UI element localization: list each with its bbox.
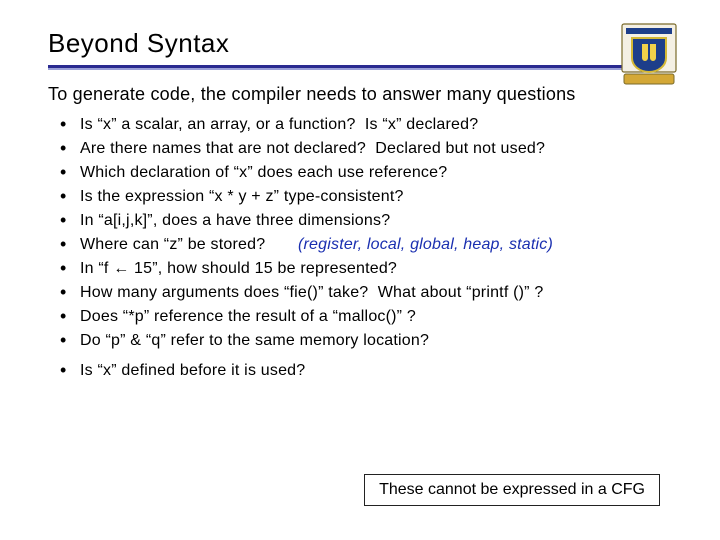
slide-title: Beyond Syntax (48, 28, 672, 59)
bullet-text: In “a[i,j,k]”, does a have three dimensi… (80, 212, 390, 229)
list-item: Is “x” defined before it is used? (54, 359, 672, 383)
list-item: Where can “z” be stored? (register, loca… (54, 233, 672, 257)
list-item: In “f ← 15”, how should 15 be represente… (54, 257, 672, 281)
bullet-paren: (register, local, global, heap, static) (298, 236, 553, 253)
list-item: Does “*p” reference the result of a “mal… (54, 305, 672, 329)
footnote-box: These cannot be expressed in a CFG (364, 474, 660, 506)
bullet-text: Which declaration of “x” does each use r… (80, 164, 447, 181)
bullet-text: Is “x” a scalar, an array, or a function… (80, 116, 478, 133)
intro-text: To generate code, the compiler needs to … (48, 84, 672, 105)
list-item: In “a[i,j,k]”, does a have three dimensi… (54, 209, 672, 233)
bullet-text: Is “x” defined before it is used? (80, 362, 305, 379)
bullet-list: Is “x” a scalar, an array, or a function… (48, 113, 672, 383)
list-item: Are there names that are not declared? D… (54, 137, 672, 161)
slide: Beyond Syntax To generate code, the comp… (0, 0, 720, 383)
bullet-text: Do “p” & “q” refer to the same memory lo… (80, 332, 429, 349)
bullet-text: Where can “z” be stored? (80, 236, 265, 253)
bullet-text: How many arguments does “fie()” take? Wh… (80, 284, 543, 301)
university-logo (620, 22, 678, 86)
list-item: Do “p” & “q” refer to the same memory lo… (54, 329, 672, 353)
list-item: How many arguments does “fie()” take? Wh… (54, 281, 672, 305)
list-item: Which declaration of “x” does each use r… (54, 161, 672, 185)
title-rule (48, 65, 672, 70)
list-item: Is the expression “x * y + z” type-consi… (54, 185, 672, 209)
bullet-text: Does “*p” reference the result of a “mal… (80, 308, 416, 325)
bullet-text: Are there names that are not declared? D… (80, 140, 545, 157)
bullet-text: Is the expression “x * y + z” type-consi… (80, 188, 404, 205)
bullet-text: In “f ← 15”, how should 15 be represente… (80, 260, 397, 277)
list-item: Is “x” a scalar, an array, or a function… (54, 113, 672, 137)
